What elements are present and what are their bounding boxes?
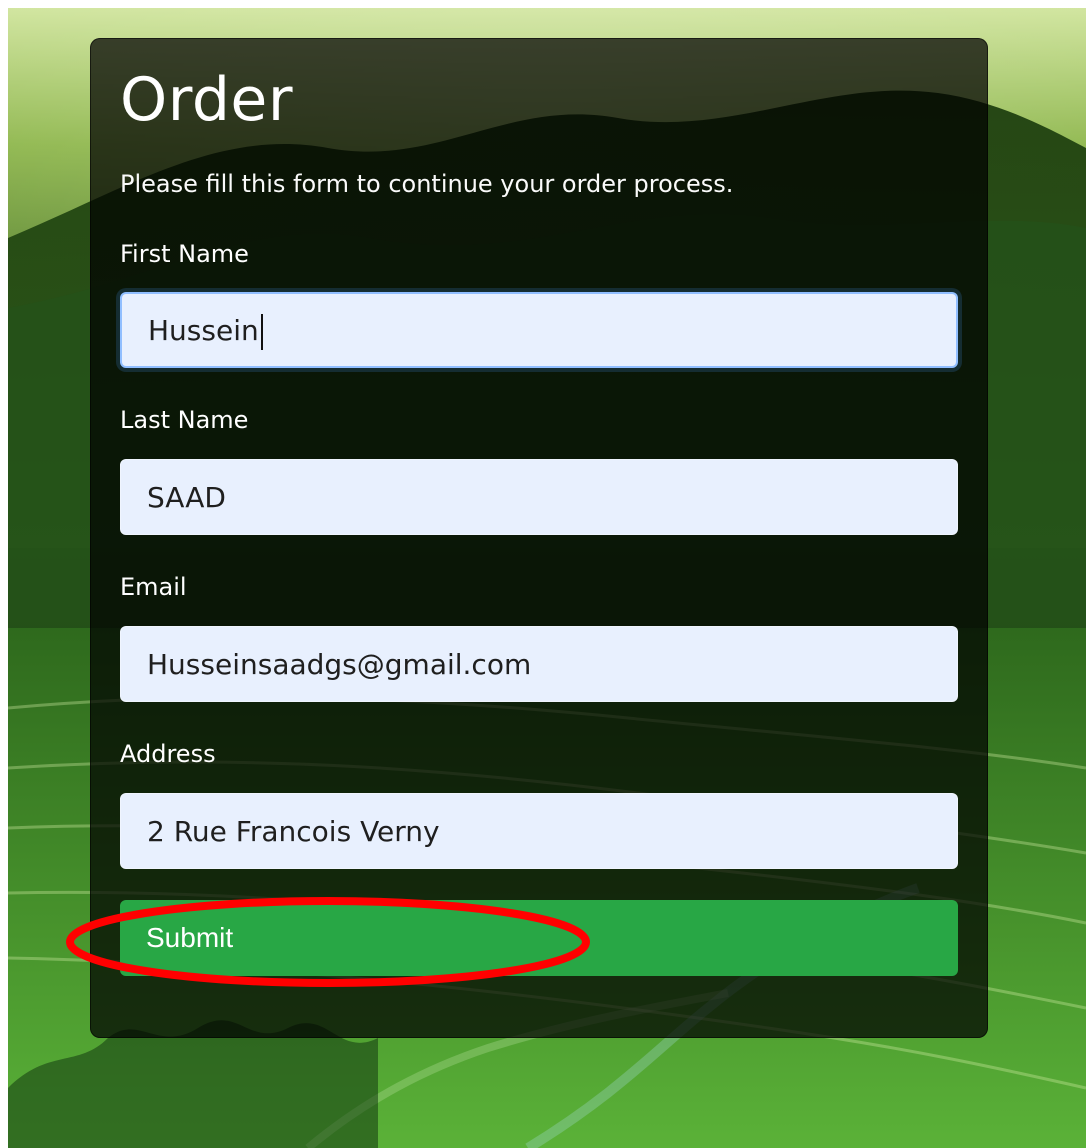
last-name-value: SAAD bbox=[147, 480, 226, 514]
address-value: 2 Rue Francois Verny bbox=[147, 814, 440, 848]
address-label: Address bbox=[120, 740, 216, 768]
order-form-card: Order Please fill this form to continue … bbox=[90, 38, 988, 1038]
page: Order Please fill this form to continue … bbox=[0, 0, 1086, 1148]
last-name-input[interactable]: SAAD bbox=[120, 459, 958, 535]
form-subtitle: Please fill this form to continue your o… bbox=[120, 170, 734, 198]
email-input[interactable]: Husseinsaadgs@gmail.com bbox=[120, 626, 958, 702]
first-name-input[interactable]: Hussein bbox=[120, 292, 958, 368]
text-caret bbox=[260, 314, 263, 350]
first-name-label: First Name bbox=[120, 240, 249, 268]
address-input[interactable]: 2 Rue Francois Verny bbox=[120, 793, 958, 869]
last-name-label: Last Name bbox=[120, 406, 249, 434]
form-title: Order bbox=[120, 65, 294, 135]
email-label: Email bbox=[120, 573, 187, 601]
submit-button[interactable]: Submit bbox=[120, 900, 958, 976]
email-value: Husseinsaadgs@gmail.com bbox=[147, 647, 532, 681]
first-name-value: Hussein bbox=[148, 313, 259, 347]
